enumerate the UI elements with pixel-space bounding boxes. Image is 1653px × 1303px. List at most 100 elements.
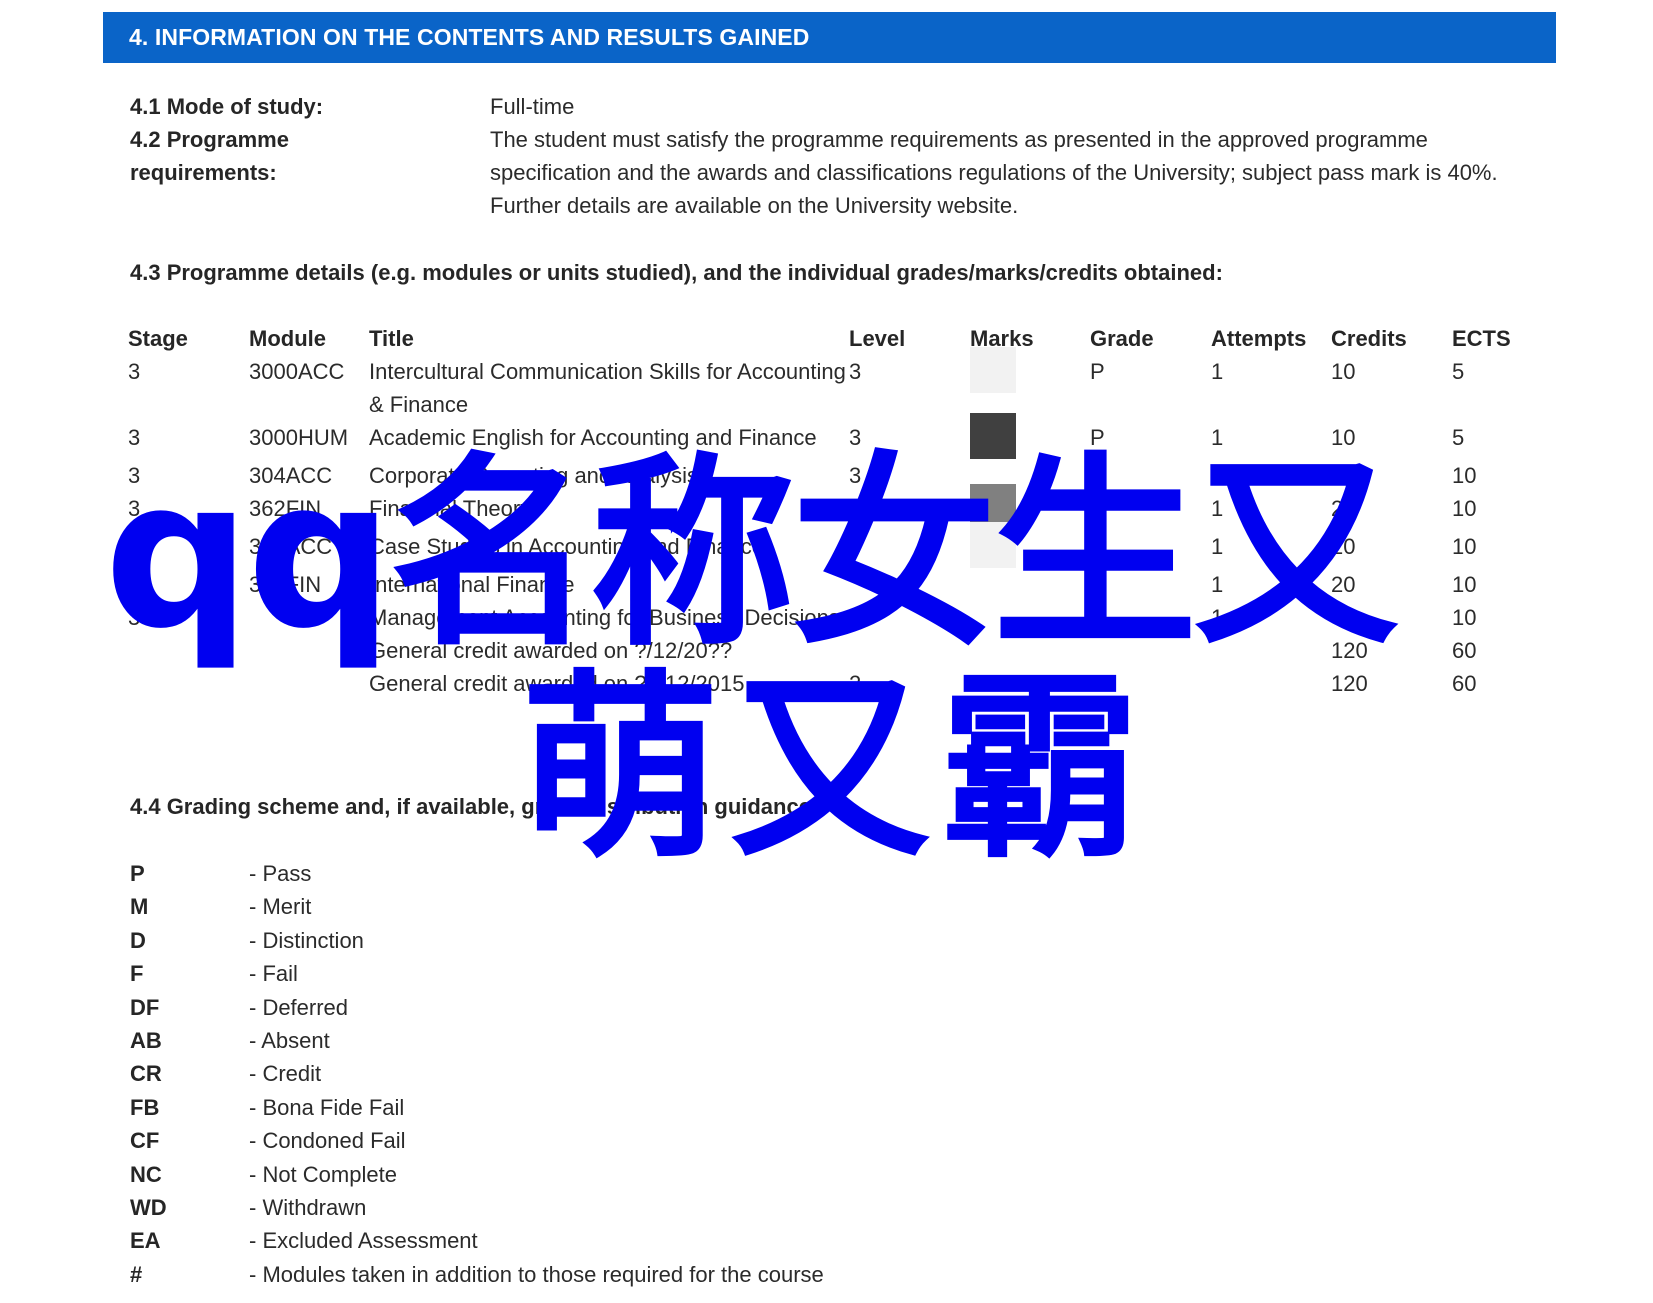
col-level: Level — [849, 326, 906, 351]
grade-code: D — [130, 927, 146, 953]
grade-code: CR — [130, 1061, 162, 1087]
grade-code: P — [130, 861, 145, 886]
grade-meaning: - Absent — [249, 1027, 330, 1053]
module-row: 3 Management Accounting for Business Deci… — [128, 601, 1532, 634]
col-ects: ECTS — [1452, 326, 1511, 351]
cell-stage: 3 — [128, 463, 141, 488]
grade-legend-item: FB - Bona Fide Fail — [130, 1091, 824, 1124]
cell-marks — [970, 601, 1090, 634]
modules-header-row: Stage Module Title Level Marks Grade Att… — [128, 322, 1532, 355]
cell-module: 304ACC — [249, 463, 333, 488]
grade-legend-item: DF - Deferred — [130, 991, 824, 1024]
cell-module — [249, 601, 369, 634]
cell-ects: 5 — [1452, 425, 1465, 450]
module-row: 3 362FIN Financial Theory 1 20 10 — [128, 484, 1532, 530]
cell-grade: P — [1090, 359, 1105, 384]
redacted-mark — [970, 522, 1016, 568]
cell-grade — [1090, 492, 1211, 530]
cell-level: 3 — [849, 425, 862, 450]
redacted-mark — [970, 347, 1016, 393]
col-stage: Stage — [128, 326, 188, 351]
cell-title: Case Studies in Accounting and Finance — [369, 534, 765, 559]
cell-attempts — [1211, 634, 1331, 667]
cell-grade — [1090, 667, 1211, 700]
grade-code: AB — [130, 1027, 162, 1053]
cell-title: Intercultural Communication Skills for A… — [369, 359, 846, 417]
programme-requirements-label-1: 4.2 Programme — [130, 127, 289, 152]
grade-code: # — [130, 1261, 143, 1287]
cell-attempts — [1211, 667, 1331, 700]
cell-title: International Finance — [369, 572, 575, 597]
grade-meaning: - Fail — [249, 961, 298, 987]
cell-grade — [1090, 530, 1211, 568]
cell-stage: 3 — [128, 605, 141, 630]
transcript-page: 4. INFORMATION ON THE CONTENTS AND RESUL… — [0, 0, 1653, 1303]
grade-meaning: - Withdrawn — [249, 1194, 367, 1220]
cell-level — [849, 634, 970, 667]
grade-code: M — [130, 894, 149, 920]
col-title: Title — [369, 326, 414, 351]
cell-stage — [128, 634, 249, 667]
cell-title: Financial Theory — [369, 496, 532, 521]
cell-title: Management Accounting for Business Decis… — [369, 605, 840, 630]
grade-code: F — [130, 961, 144, 987]
cell-attempts: 1 — [1211, 496, 1224, 521]
cell-stage: 3 — [128, 496, 141, 521]
cell-grade — [1090, 634, 1211, 667]
cell-stage: 3 — [128, 425, 141, 450]
cell-level: 3 — [849, 534, 862, 559]
grade-legend-item: M - Merit — [130, 890, 824, 923]
cell-marks — [970, 667, 1090, 700]
cell-title: General credit awarded on ?2/12/2015 — [369, 671, 745, 696]
section-banner: 4. INFORMATION ON THE CONTENTS AND RESUL… — [103, 12, 1556, 63]
cell-marks — [970, 522, 1090, 568]
grade-meaning: - Condoned Fail — [249, 1128, 406, 1154]
grade-legend-item: # - Modules taken in addition to those re… — [130, 1258, 824, 1291]
cell-module: 362FIN — [249, 496, 322, 521]
grade-meaning: - Not Complete — [249, 1161, 397, 1187]
grade-legend-item: P - Pass — [130, 857, 824, 890]
module-row: 3 3000ACC Intercultural Communication Skil… — [128, 347, 1532, 421]
cell-credits: 120 — [1331, 638, 1368, 663]
cell-marks — [970, 413, 1090, 459]
cell-module — [249, 634, 369, 667]
cell-attempts: 1 — [1211, 572, 1224, 597]
cell-title: General credit awarded on ?/12/20?? — [369, 638, 733, 663]
programme-details-heading: 4.3 Programme details (e.g. modules or u… — [130, 260, 1223, 285]
module-row: General credit awarded on ?/12/20?? 120 60 — [128, 634, 1532, 667]
col-credits: Credits — [1331, 326, 1407, 351]
cell-ects: 5 — [1452, 359, 1465, 384]
grading-legend: P - Pass M - Merit D - Distinction F - Fail DF - … — [130, 857, 824, 1291]
grade-code: EA — [130, 1228, 161, 1254]
module-row: General credit awarded on ?2/12/2015 2 120… — [128, 667, 1532, 700]
cell-marks — [970, 568, 1090, 601]
cell-title: Academic English for Accounting and Fina… — [369, 425, 817, 450]
cell-stage: 3 — [128, 534, 141, 559]
col-attempts: Attempts — [1211, 326, 1307, 351]
cell-attempts: 1 — [1211, 534, 1224, 559]
grade-meaning: - Excluded Assessment — [249, 1228, 478, 1254]
grade-meaning: - Merit — [249, 894, 312, 920]
cell-credits: 20 — [1331, 496, 1356, 521]
cell-credits: 10 — [1331, 359, 1356, 384]
cell-module: 3?3ACC — [249, 534, 333, 559]
cell-marks — [970, 634, 1090, 667]
cell-ects: 60 — [1452, 671, 1477, 696]
col-grade: Grade — [1090, 326, 1154, 351]
module-row: 3 3000HUM Academic English for Accounting … — [128, 413, 1532, 459]
grade-meaning: - Modules taken in addition to those req… — [249, 1261, 824, 1287]
cell-grade — [1090, 601, 1211, 634]
grade-meaning: - Distinction — [249, 927, 364, 953]
grade-legend-item: CF - Condoned Fail — [130, 1124, 824, 1157]
cell-credits: 10 — [1331, 425, 1356, 450]
cell-attempts: 1 — [1211, 359, 1224, 384]
cell-level — [849, 568, 970, 601]
cell-module — [249, 667, 369, 700]
cell-module: 3000ACC — [249, 359, 345, 384]
cell-credits: 20 — [1331, 572, 1356, 597]
col-module: Module — [249, 326, 326, 351]
cell-grade: P — [1090, 425, 1105, 450]
cell-ects: 10 — [1452, 496, 1477, 521]
cell-attempts: 1 — [1211, 425, 1224, 450]
grade-meaning: - Credit — [249, 1061, 322, 1087]
